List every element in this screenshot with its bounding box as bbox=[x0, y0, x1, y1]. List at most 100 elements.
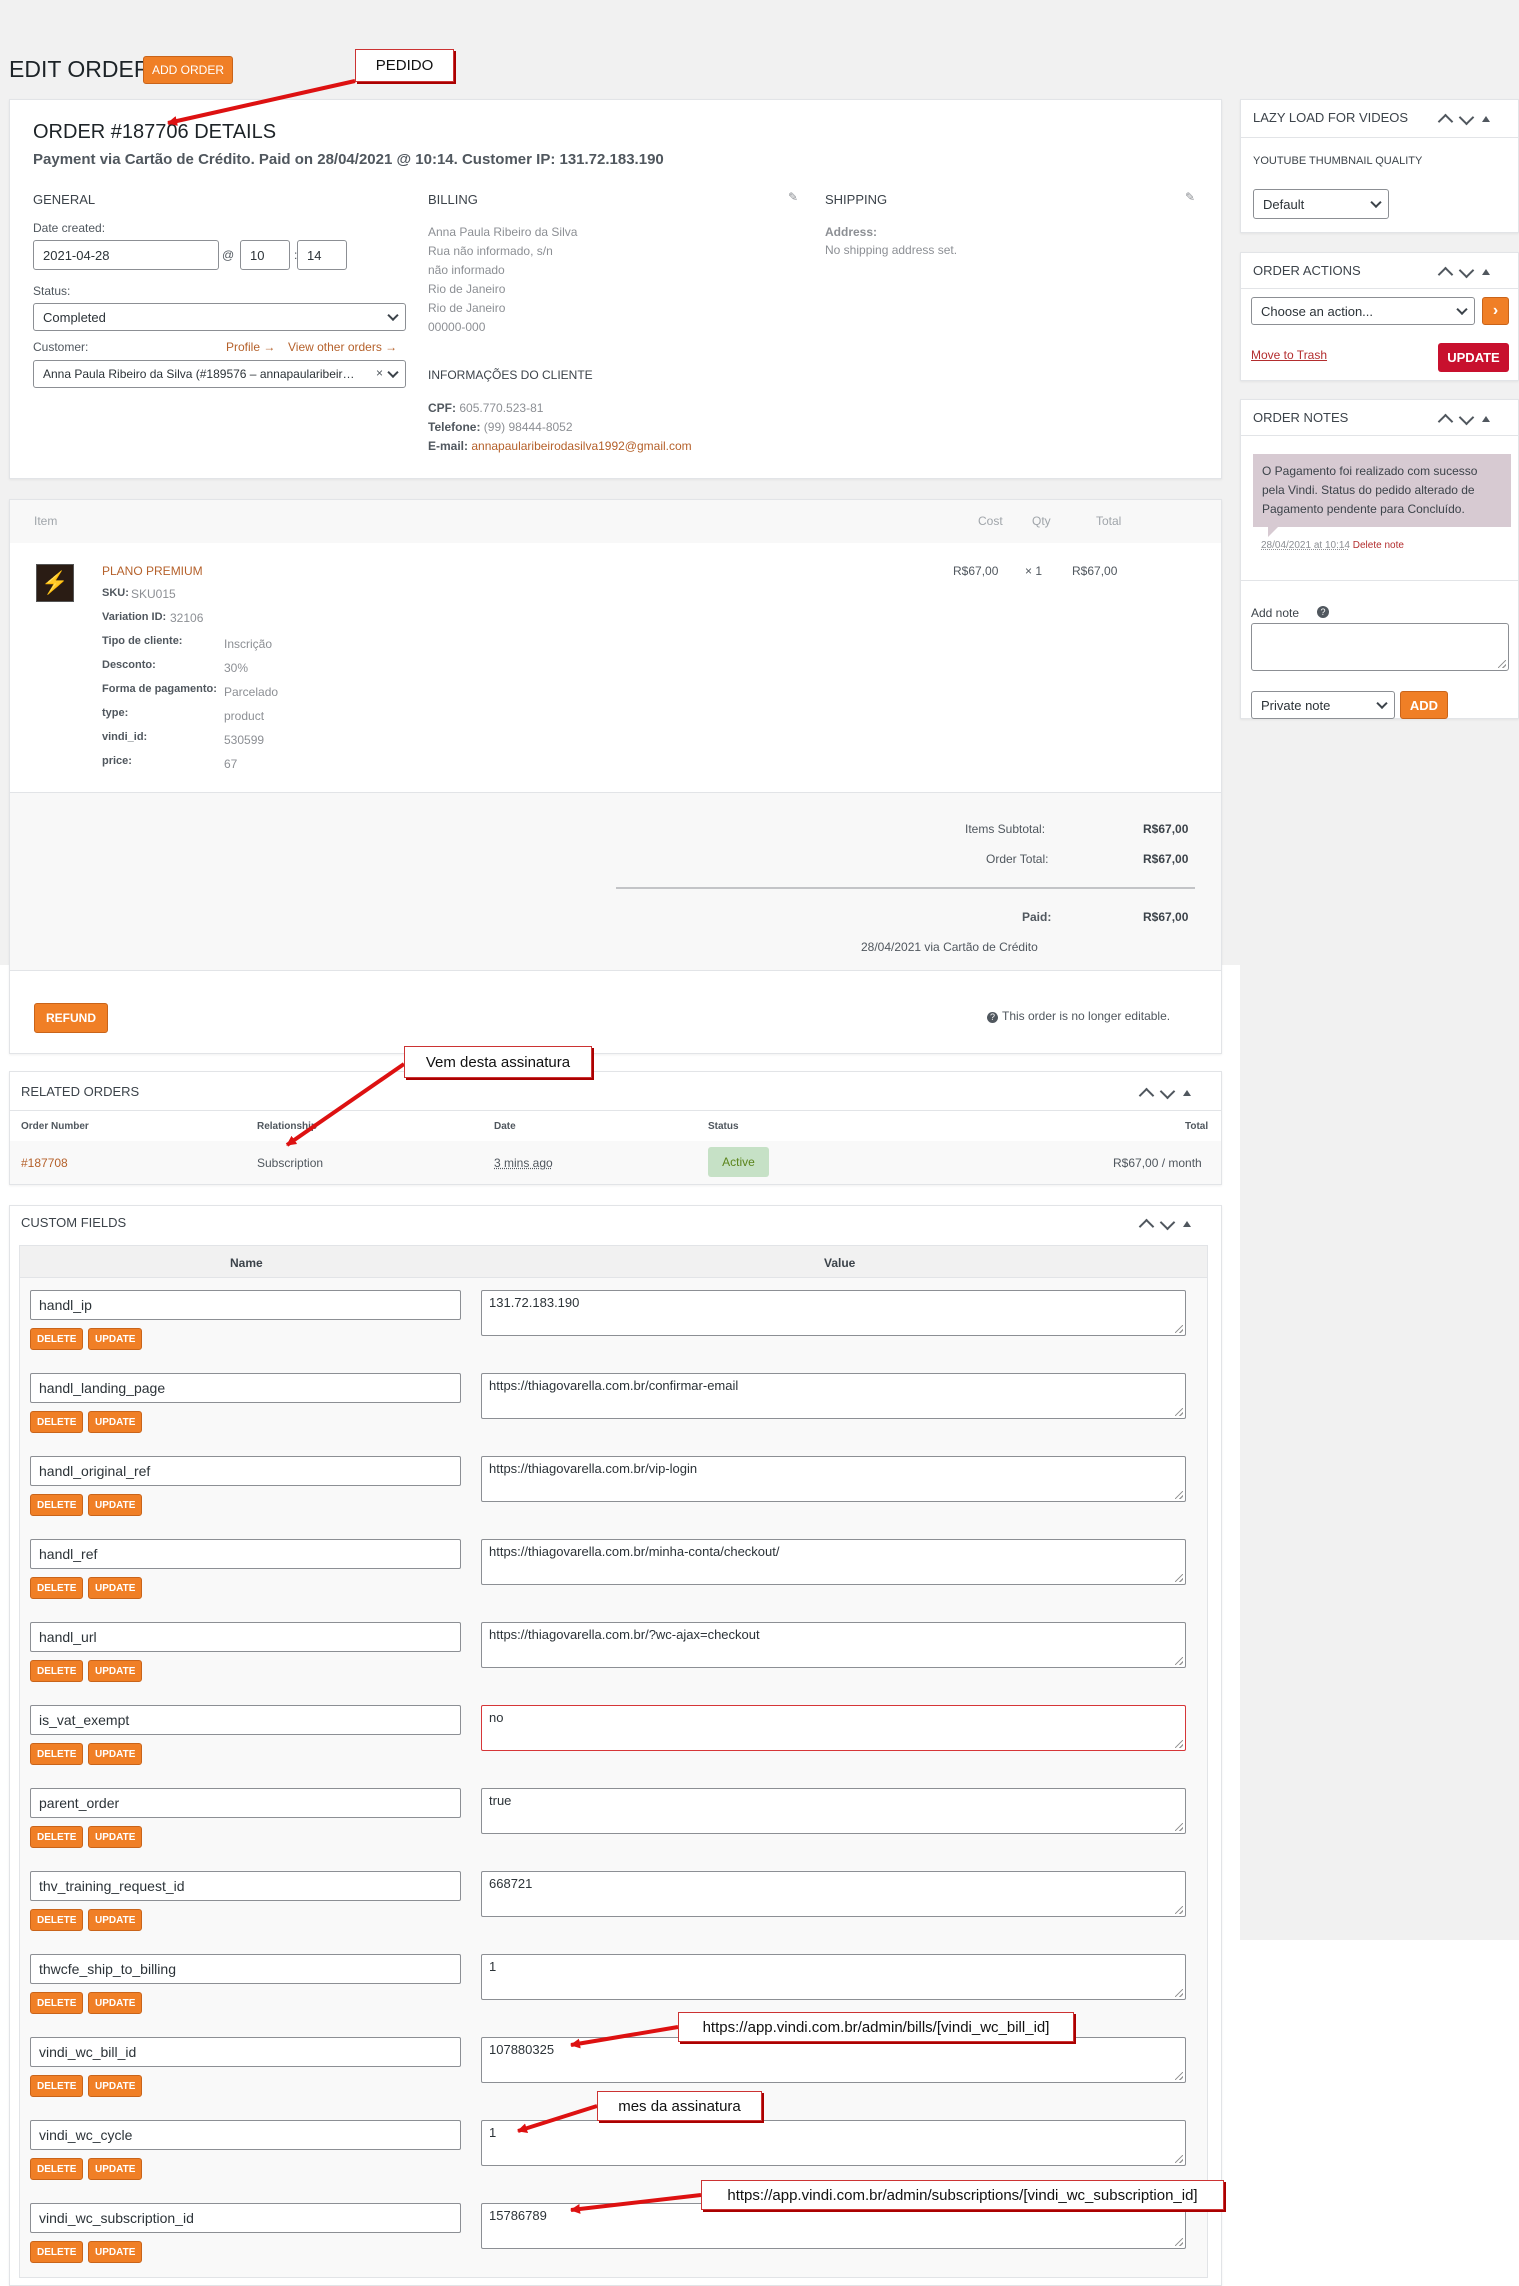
add-note-button[interactable]: ADD bbox=[1400, 691, 1448, 719]
refund-button[interactable]: REFUND bbox=[34, 1003, 108, 1033]
delete-button[interactable]: DELETE bbox=[30, 1992, 84, 2014]
field-value-textarea[interactable]: 668721 bbox=[481, 1871, 1186, 1917]
update-button[interactable]: UPDATE bbox=[88, 1411, 143, 1433]
product-name-link[interactable]: PLANO PREMIUM bbox=[102, 564, 203, 578]
delete-button[interactable]: DELETE bbox=[30, 1660, 84, 1682]
resize-handle-icon[interactable] bbox=[1175, 1408, 1183, 1416]
resize-handle-icon[interactable] bbox=[1175, 1740, 1183, 1748]
move-up-icon[interactable] bbox=[1138, 1218, 1155, 1235]
youtube-quality-select[interactable]: Default bbox=[1253, 189, 1389, 219]
status-badge: Active bbox=[708, 1147, 769, 1177]
move-up-icon[interactable] bbox=[1138, 1087, 1155, 1104]
field-name-input[interactable]: thv_training_request_id bbox=[30, 1871, 461, 1901]
resize-handle-icon[interactable] bbox=[1175, 1906, 1183, 1914]
update-button[interactable]: UPDATE bbox=[88, 2158, 143, 2180]
move-up-icon[interactable] bbox=[1437, 113, 1454, 130]
field-value-textarea[interactable]: https://thiagovarella.com.br/vip-login bbox=[481, 1456, 1186, 1502]
collapse-icon[interactable] bbox=[1482, 416, 1490, 422]
related-order-link[interactable]: #187708 bbox=[21, 1156, 68, 1170]
field-name-input[interactable]: handl_landing_page bbox=[30, 1373, 461, 1403]
delete-button[interactable]: DELETE bbox=[30, 1328, 84, 1350]
add-order-button[interactable]: ADD ORDER bbox=[143, 56, 233, 84]
field-value-textarea[interactable]: https://thiagovarella.com.br/confirmar-e… bbox=[481, 1373, 1186, 1419]
update-button[interactable]: UPDATE bbox=[88, 1992, 143, 2014]
resize-handle-icon[interactable] bbox=[1175, 1325, 1183, 1333]
date-created-input[interactable]: 2021-04-28 bbox=[33, 240, 219, 270]
delete-button[interactable]: DELETE bbox=[30, 1826, 84, 1848]
move-up-icon[interactable] bbox=[1437, 413, 1454, 430]
field-name-input[interactable]: handl_original_ref bbox=[30, 1456, 461, 1486]
update-button[interactable]: UPDATE bbox=[88, 1660, 143, 1682]
field-name-input[interactable]: handl_url bbox=[30, 1622, 461, 1652]
resize-handle-icon[interactable] bbox=[1175, 1989, 1183, 1997]
billing-edit-icon[interactable]: ✎ bbox=[788, 190, 798, 204]
delete-button[interactable]: DELETE bbox=[30, 1494, 84, 1516]
delete-button[interactable]: DELETE bbox=[30, 2075, 84, 2097]
email-link[interactable]: annapaularibeirodasilva1992@gmail.com bbox=[471, 439, 691, 453]
update-button[interactable]: UPDATE bbox=[88, 1909, 143, 1931]
customer-select[interactable]: Anna Paula Ribeiro da Silva (#189576 – a… bbox=[33, 360, 406, 388]
move-down-icon[interactable] bbox=[1458, 109, 1475, 125]
update-button[interactable]: UPDATE bbox=[88, 1743, 143, 1765]
field-name-input[interactable]: thwcfe_ship_to_billing bbox=[30, 1954, 461, 1984]
delete-button[interactable]: DELETE bbox=[30, 2158, 84, 2180]
delete-button[interactable]: DELETE bbox=[30, 1909, 84, 1931]
delete-button[interactable]: DELETE bbox=[30, 1411, 84, 1433]
update-button[interactable]: UPDATE bbox=[88, 2241, 143, 2263]
field-value-textarea[interactable]: no bbox=[481, 1705, 1186, 1751]
collapse-icon[interactable] bbox=[1183, 1221, 1191, 1227]
collapse-icon[interactable] bbox=[1482, 269, 1490, 275]
order-action-select[interactable]: Choose an action... bbox=[1251, 297, 1475, 325]
collapse-icon[interactable] bbox=[1482, 116, 1490, 122]
collapse-icon[interactable] bbox=[1183, 1090, 1191, 1096]
resize-handle-icon[interactable] bbox=[1175, 1823, 1183, 1831]
field-name-input[interactable]: handl_ip bbox=[30, 1290, 461, 1320]
apply-action-button[interactable]: › bbox=[1482, 297, 1509, 325]
minute-input[interactable]: 14 bbox=[297, 240, 347, 270]
note-type-select[interactable]: Private note bbox=[1251, 691, 1395, 719]
update-button[interactable]: UPDATE bbox=[88, 1328, 143, 1350]
update-button[interactable]: UPDATE bbox=[88, 1826, 143, 1848]
add-note-textarea[interactable] bbox=[1251, 623, 1509, 671]
field-value-textarea[interactable]: true bbox=[481, 1788, 1186, 1834]
clear-icon[interactable]: × bbox=[376, 366, 383, 380]
status-select[interactable]: Completed bbox=[33, 303, 406, 331]
resize-handle-icon[interactable] bbox=[1175, 1574, 1183, 1582]
field-name-input[interactable]: vindi_wc_bill_id bbox=[30, 2037, 461, 2067]
move-down-icon[interactable] bbox=[1458, 262, 1475, 278]
field-value-textarea[interactable]: 131.72.183.190 bbox=[481, 1290, 1186, 1336]
move-down-icon[interactable] bbox=[1458, 409, 1475, 425]
hour-input[interactable]: 10 bbox=[240, 240, 290, 270]
update-order-button[interactable]: UPDATE bbox=[1438, 343, 1509, 372]
resize-handle-icon[interactable] bbox=[1175, 2238, 1183, 2246]
view-other-orders-link[interactable]: View other orders → bbox=[288, 340, 397, 354]
update-button[interactable]: UPDATE bbox=[88, 2075, 143, 2097]
resize-handle-icon[interactable] bbox=[1175, 2072, 1183, 2080]
profile-link[interactable]: Profile → bbox=[226, 340, 275, 354]
field-name-input[interactable]: parent_order bbox=[30, 1788, 461, 1818]
delete-note-link[interactable]: Delete note bbox=[1353, 540, 1404, 551]
update-button[interactable]: UPDATE bbox=[88, 1577, 143, 1599]
delete-button[interactable]: DELETE bbox=[30, 2241, 84, 2263]
move-to-trash-link[interactable]: Move to Trash bbox=[1251, 348, 1327, 362]
field-value-textarea[interactable]: 1 bbox=[481, 2120, 1186, 2166]
resize-handle-icon[interactable] bbox=[1175, 2155, 1183, 2163]
shipping-edit-icon[interactable]: ✎ bbox=[1185, 190, 1195, 204]
resize-handle-icon[interactable] bbox=[1175, 1491, 1183, 1499]
move-down-icon[interactable] bbox=[1159, 1083, 1176, 1099]
delete-button[interactable]: DELETE bbox=[30, 1743, 84, 1765]
field-name-input[interactable]: handl_ref bbox=[30, 1539, 461, 1569]
field-name-input[interactable]: is_vat_exempt bbox=[30, 1705, 461, 1735]
resize-handle-icon[interactable] bbox=[1175, 1657, 1183, 1665]
field-value-textarea[interactable]: https://thiagovarella.com.br/?wc-ajax=ch… bbox=[481, 1622, 1186, 1668]
move-down-icon[interactable] bbox=[1159, 1214, 1176, 1230]
delete-button[interactable]: DELETE bbox=[30, 1577, 84, 1599]
field-value-textarea[interactable]: 107880325 bbox=[481, 2037, 1186, 2083]
field-value-textarea[interactable]: https://thiagovarella.com.br/minha-conta… bbox=[481, 1539, 1186, 1585]
update-button[interactable]: UPDATE bbox=[88, 1494, 143, 1516]
field-name-input[interactable]: vindi_wc_subscription_id bbox=[30, 2203, 461, 2233]
move-up-icon[interactable] bbox=[1437, 266, 1454, 283]
field-value-textarea[interactable]: 1 bbox=[481, 1954, 1186, 2000]
resize-handle-icon[interactable] bbox=[1498, 660, 1506, 668]
field-name-input[interactable]: vindi_wc_cycle bbox=[30, 2120, 461, 2150]
